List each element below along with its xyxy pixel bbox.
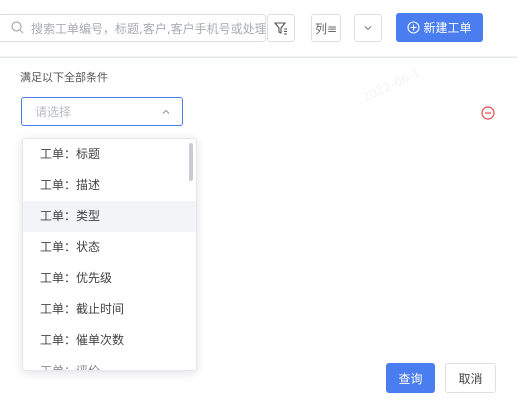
dropdown-option-description[interactable]: 工单：描述 — [23, 170, 196, 201]
dropdown-option-status[interactable]: 工单：状态 — [23, 232, 196, 263]
dropdown-option-reminder-count[interactable]: 工单：催单次数 — [23, 325, 196, 356]
columns-button[interactable]: 列≡ — [311, 14, 341, 42]
select-placeholder: 请选择 — [35, 105, 72, 119]
query-button[interactable]: 查询 — [386, 363, 435, 393]
plus-circle-icon — [407, 21, 421, 34]
field-select[interactable]: 请选择 — [21, 97, 183, 126]
toolbar: 搜索工单编号，标题,客户,客户手机号或处理 列≡ 新建工单 — [0, 0, 517, 56]
dropdown-scrollbar[interactable] — [189, 143, 193, 181]
new-ticket-button[interactable]: 新建工单 — [396, 13, 483, 42]
remove-condition-icon[interactable] — [481, 106, 495, 120]
dropdown-option-deadline[interactable]: 工单：截止时间 — [23, 294, 196, 325]
chevron-up-icon — [162, 109, 170, 114]
filter-button[interactable] — [267, 14, 295, 42]
search-icon — [11, 21, 24, 34]
search-placeholder: 搜索工单编号，标题,客户,客户手机号或处理 — [31, 21, 266, 36]
chevron-down-icon — [364, 26, 372, 31]
dropdown-option-priority[interactable]: 工单：优先级 — [23, 263, 196, 294]
new-ticket-label: 新建工单 — [423, 21, 472, 35]
dropdown-option-title[interactable]: 工单：标题 — [23, 139, 196, 170]
dropdown-option-type[interactable]: 工单：类型 — [23, 201, 196, 232]
condition-label: 满足以下全部条件 — [20, 71, 108, 84]
filter-panel: 2022-06-1 满足以下全部条件 请选择 工单：标题 工单：描述 工单：类型… — [0, 57, 517, 404]
field-dropdown: 工单：标题 工单：描述 工单：类型 工单：状态 工单：优先级 工单：截止时间 工… — [22, 138, 197, 371]
watermark: 2022-06-1 — [359, 65, 423, 105]
more-options-button[interactable] — [354, 14, 382, 42]
cancel-button[interactable]: 取消 — [445, 363, 496, 393]
search-input[interactable]: 搜索工单编号，标题,客户,客户手机号或处理 — [0, 14, 266, 42]
dropdown-option-evaluation[interactable]: 工单：评价 — [23, 356, 196, 370]
filter-icon — [273, 22, 287, 35]
